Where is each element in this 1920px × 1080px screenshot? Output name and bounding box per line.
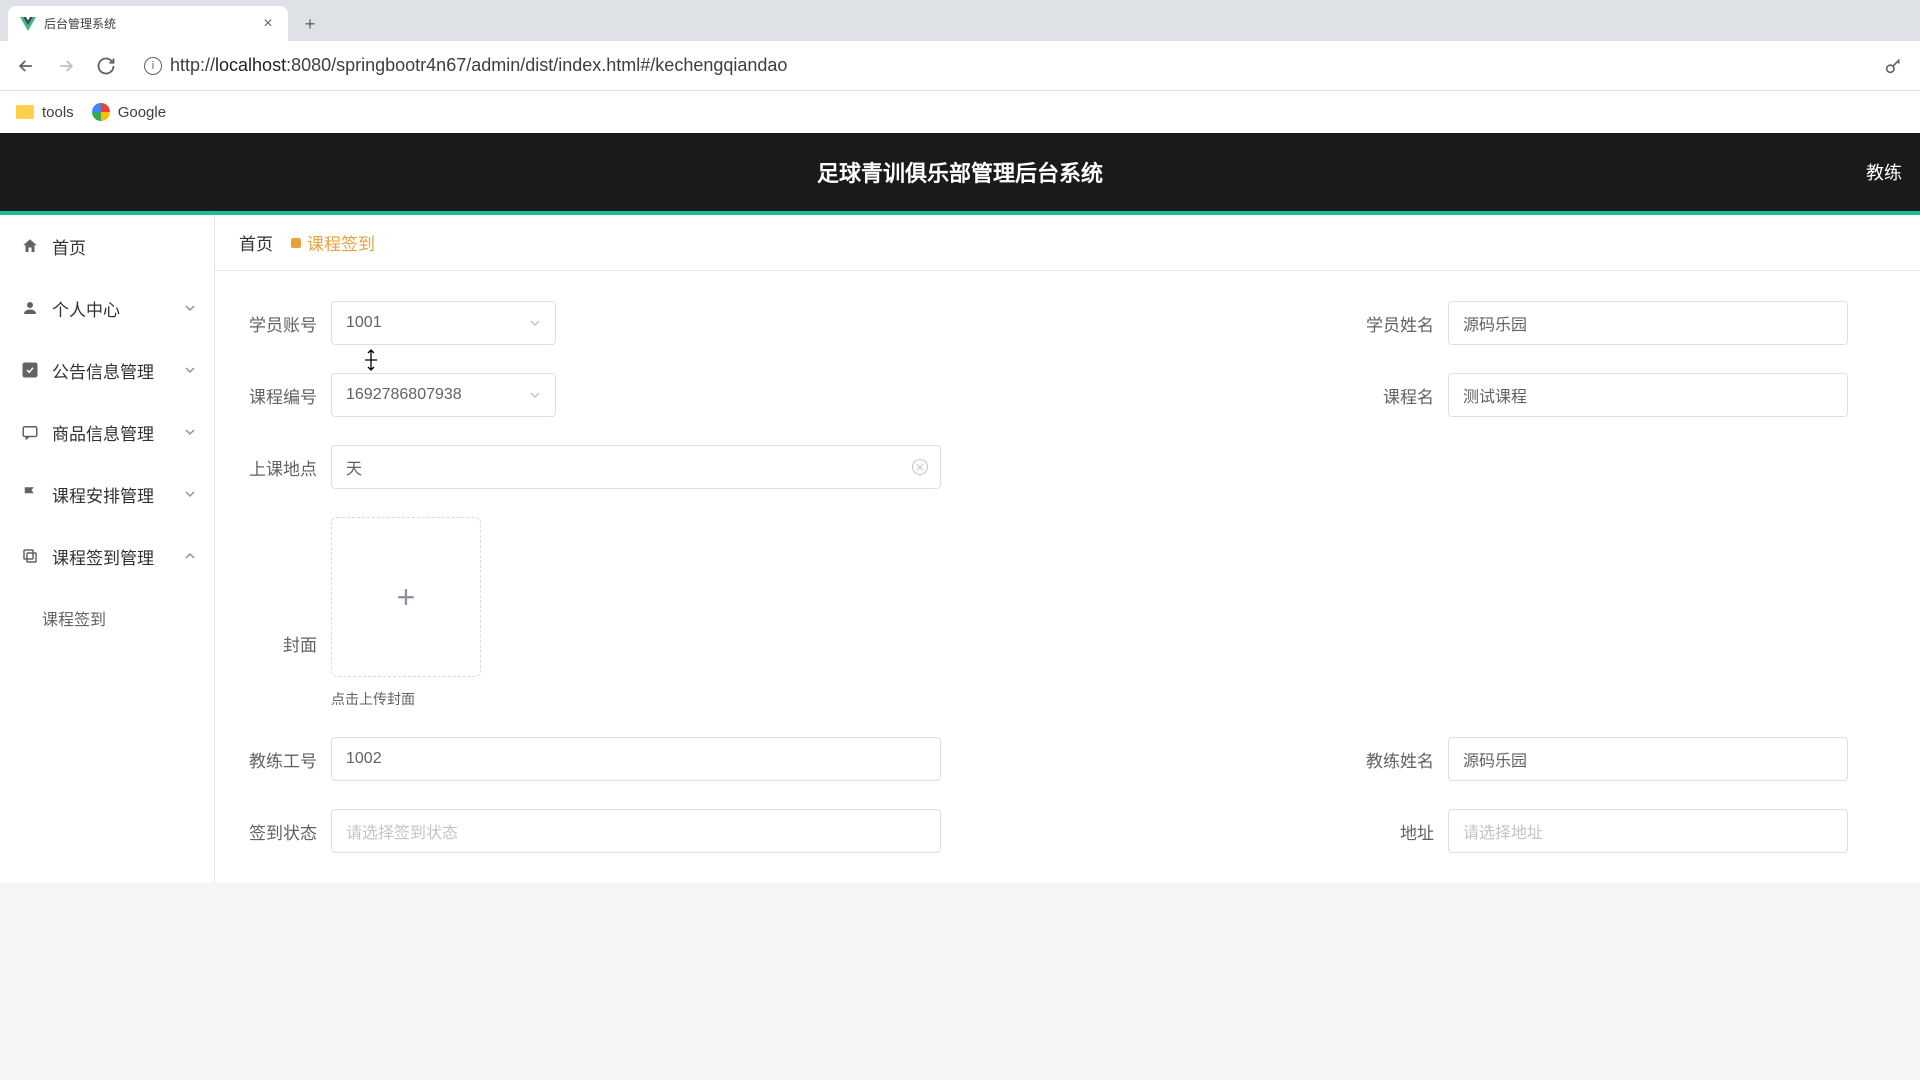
- sidebar-item-signin-mgmt[interactable]: 课程签到管理: [0, 525, 214, 587]
- key-icon[interactable]: [1880, 52, 1908, 80]
- app-header: 足球青训俱乐部管理后台系统 教练: [0, 133, 1920, 215]
- address-label: 地址: [1384, 819, 1434, 844]
- page-tabs: 首页 课程签到: [215, 215, 1920, 271]
- sidebar-item-home[interactable]: 首页: [0, 215, 214, 277]
- coach-id-label: 教练工号: [247, 747, 317, 772]
- input-value: 测试课程: [1463, 383, 1527, 407]
- course-name-field[interactable]: 测试课程: [1448, 373, 1848, 417]
- bookmark-label: Google: [118, 104, 166, 121]
- menu-label: 个人中心: [52, 296, 120, 321]
- select-placeholder: 请选择地址: [1463, 819, 1833, 843]
- menu-label: 课程安排管理: [52, 482, 154, 507]
- close-icon[interactable]: ×: [260, 16, 276, 32]
- message-icon: [20, 422, 40, 442]
- select-value: 1692786807938: [346, 386, 529, 404]
- location-label: 上课地点: [247, 455, 317, 480]
- folder-icon: [16, 105, 34, 119]
- upload-cover-button[interactable]: +: [331, 517, 481, 677]
- plus-icon: +: [397, 579, 416, 616]
- coach-id-field[interactable]: 1002: [331, 737, 941, 781]
- bookmarks-bar: tools Google: [0, 91, 1920, 133]
- forward-button[interactable]: [52, 52, 80, 80]
- main-content: 首页 课程签到 学员账号 1001 学员姓名: [215, 215, 1920, 883]
- chevron-down-icon: [184, 302, 196, 314]
- course-id-select[interactable]: 1692786807938: [331, 373, 556, 417]
- chevron-down-icon: [529, 317, 541, 329]
- signin-status-select[interactable]: 请选择签到状态: [331, 809, 941, 853]
- form: 学员账号 1001 学员姓名 源码乐园 课程编号: [215, 271, 1920, 883]
- dot-icon: [291, 238, 301, 248]
- tab-signin[interactable]: 课程签到: [291, 230, 375, 255]
- signin-status-label: 签到状态: [247, 819, 317, 844]
- chevron-down-icon: [184, 488, 196, 500]
- google-icon: [92, 103, 110, 121]
- address-select[interactable]: 请选择地址: [1448, 809, 1848, 853]
- menu-label: 公告信息管理: [52, 358, 154, 383]
- coach-name-label: 教练姓名: [1364, 747, 1434, 772]
- header-user-role: 教练: [1866, 159, 1902, 185]
- sidebar-item-product[interactable]: 商品信息管理: [0, 401, 214, 463]
- student-name-field[interactable]: 源码乐园: [1448, 301, 1848, 345]
- url-field[interactable]: i http://localhost:8080/springbootr4n67/…: [132, 48, 1868, 84]
- bookmark-label: tools: [42, 104, 74, 121]
- checkbox-icon: [20, 360, 40, 380]
- menu-label: 商品信息管理: [52, 420, 154, 445]
- user-icon: [20, 298, 40, 318]
- cover-label: 封面: [247, 631, 317, 656]
- sidebar-item-personal[interactable]: 个人中心: [0, 277, 214, 339]
- menu-label: 首页: [52, 234, 86, 259]
- input-value: 源码乐园: [1463, 311, 1527, 335]
- select-value: 1001: [346, 314, 529, 332]
- url-text: http://localhost:8080/springbootr4n67/ad…: [170, 55, 787, 76]
- chevron-up-icon: [184, 550, 196, 562]
- new-tab-button[interactable]: +: [296, 10, 324, 38]
- bookmark-tools[interactable]: tools: [16, 104, 74, 121]
- tab-home[interactable]: 首页: [239, 230, 273, 255]
- location-field[interactable]: 天 ×: [331, 445, 941, 489]
- sidebar-item-schedule[interactable]: 课程安排管理: [0, 463, 214, 525]
- upload-tip: 点击上传封面: [331, 689, 481, 709]
- app-title: 足球青训俱乐部管理后台系统: [817, 156, 1103, 188]
- sidebar-item-signin[interactable]: 课程签到: [0, 587, 214, 649]
- sidebar-item-notice[interactable]: 公告信息管理: [0, 339, 214, 401]
- coach-name-field[interactable]: 源码乐园: [1448, 737, 1848, 781]
- browser-tab[interactable]: 后台管理系统 ×: [8, 6, 288, 41]
- student-id-label: 学员账号: [247, 311, 317, 336]
- browser-tab-strip: 后台管理系统 × +: [0, 0, 1920, 41]
- student-id-select[interactable]: 1001: [331, 301, 556, 345]
- browser-address-bar: i http://localhost:8080/springbootr4n67/…: [0, 41, 1920, 91]
- chevron-down-icon: [529, 389, 541, 401]
- reload-button[interactable]: [92, 52, 120, 80]
- course-id-label: 课程编号: [247, 383, 317, 408]
- course-name-label: 课程名: [1374, 383, 1434, 408]
- tab-title: 后台管理系统: [44, 15, 252, 32]
- clear-icon[interactable]: ×: [912, 459, 928, 475]
- chevron-down-icon: [184, 426, 196, 438]
- select-placeholder: 请选择签到状态: [346, 819, 926, 843]
- flag-icon: [20, 484, 40, 504]
- input-value: 天: [346, 455, 362, 479]
- menu-label: 课程签到管理: [52, 544, 154, 569]
- home-icon: [20, 236, 40, 256]
- tab-label: 课程签到: [307, 230, 375, 255]
- menu-label: 课程签到: [42, 606, 106, 630]
- sidebar: 首页 个人中心 公告信息管理 商品信息管理 课程安排管理 课程签到管理: [0, 215, 215, 883]
- bookmark-google[interactable]: Google: [92, 103, 166, 121]
- back-button[interactable]: [12, 52, 40, 80]
- tab-label: 首页: [239, 230, 273, 255]
- info-icon: i: [144, 57, 162, 75]
- vue-icon: [20, 16, 36, 32]
- chevron-down-icon: [184, 364, 196, 376]
- input-value: 1002: [346, 750, 382, 768]
- student-name-label: 学员姓名: [1364, 311, 1434, 336]
- input-value: 源码乐园: [1463, 747, 1527, 771]
- copy-icon: [20, 546, 40, 566]
